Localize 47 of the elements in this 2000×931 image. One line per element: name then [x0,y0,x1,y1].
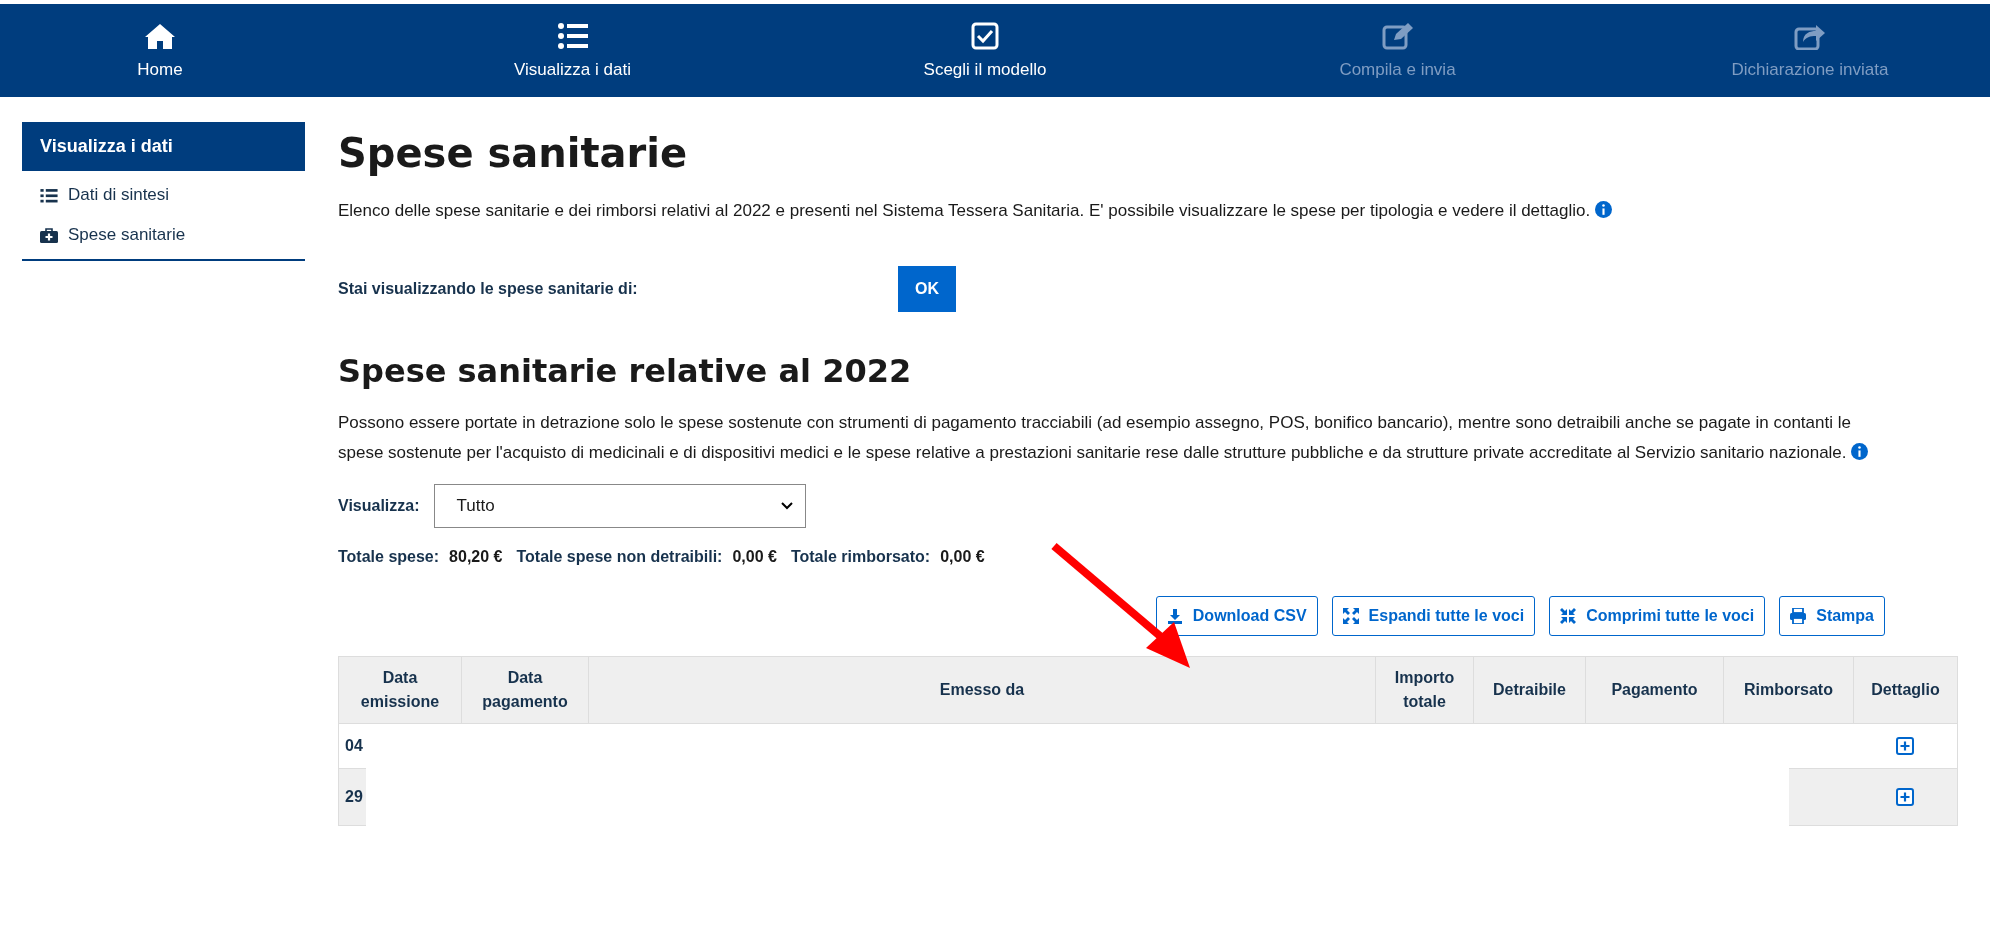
action-button[interactable]: Espandi tutte le voci [1331,596,1536,636]
ok-button[interactable]: OK [898,266,956,312]
section-text: Possono essere portate in detrazione solo le spese sostenute con strumenti di pagamento tracciabili (ad esempio assegno, POS, bonifico bancario), mentre sono detraibili anche se pagate in contanti le spese sostenute per l'acquisto di medicinali e di dispositivi medici e le spese relative a prestazioni sanitarie rese dalle strutture pubbliche e da strutture private accreditate al Servizio sanitario nazionale. [338,413,1851,462]
expand-arrows-icon [1342,608,1359,624]
printer-icon [1790,608,1807,624]
checkbox-icon [969,21,1001,50]
home-icon [144,21,176,50]
column-header: Rimborsato [1723,656,1854,724]
filter-label: Visualizza: [338,497,420,515]
action-button[interactable]: Stampa [1779,596,1885,636]
nav-tab[interactable]: Home [40,4,280,97]
info-icon[interactable] [1594,201,1612,218]
nav-tab[interactable]: Scegli il modello [865,4,1105,97]
column-header: Data pagamento [461,656,589,724]
intro-text: Elenco delle spese sanitarie e dei rimborsi relativi al 2022 e presenti nel Sistema Tessera Sanitaria. E' possibile visualizzare le spese per tipologia e vedere il dettaglio. [338,201,1591,220]
column-header: Emesso da [588,656,1376,724]
total-value: 80,20 € [449,548,503,566]
info-icon[interactable] [1851,443,1869,460]
sidebar-header: Visualizza i dati [22,122,305,171]
action-button[interactable]: Download CSV [1155,596,1318,636]
chevron-down-icon [780,502,793,510]
filter-dropdown[interactable]: Tutto [433,484,806,528]
list-icon [556,21,589,50]
column-header: Dettaglio [1853,656,1958,724]
total-value: 0,00 € [732,548,777,566]
compress-arrows-icon [1560,608,1577,624]
sidebar-item[interactable]: Dati di sintesi [22,171,305,211]
list-icon [40,187,58,203]
download-icon [1166,608,1183,624]
medical-kit-icon [40,227,58,243]
column-header: Data emissione [338,656,462,724]
column-header: Pagamento [1585,656,1724,724]
edit-icon [1381,21,1414,50]
sidebar-item[interactable]: Spese sanitarie [22,211,305,251]
expand-row-icon[interactable] [1896,737,1915,756]
column-header: Detraibile [1473,656,1586,724]
nav-tab[interactable]: Visualizza i dati [452,4,693,97]
total-label: Totale spese: [338,548,440,566]
total-label: Totale rimborsato: [790,548,931,566]
section-title: Spese sanitarie relative al 2022 [338,352,913,390]
action-button[interactable]: Comprimi tutte le voci [1549,596,1766,636]
viewing-label: Stai visualizzando le spese sanitarie di: [338,280,639,298]
total-label: Totale spese non detraibili: [516,548,723,566]
column-header: Importo totale [1375,656,1474,724]
total-value: 0,00 € [940,548,985,566]
page-title: Spese sanitarie [338,130,689,176]
expand-row-icon[interactable] [1896,788,1915,807]
